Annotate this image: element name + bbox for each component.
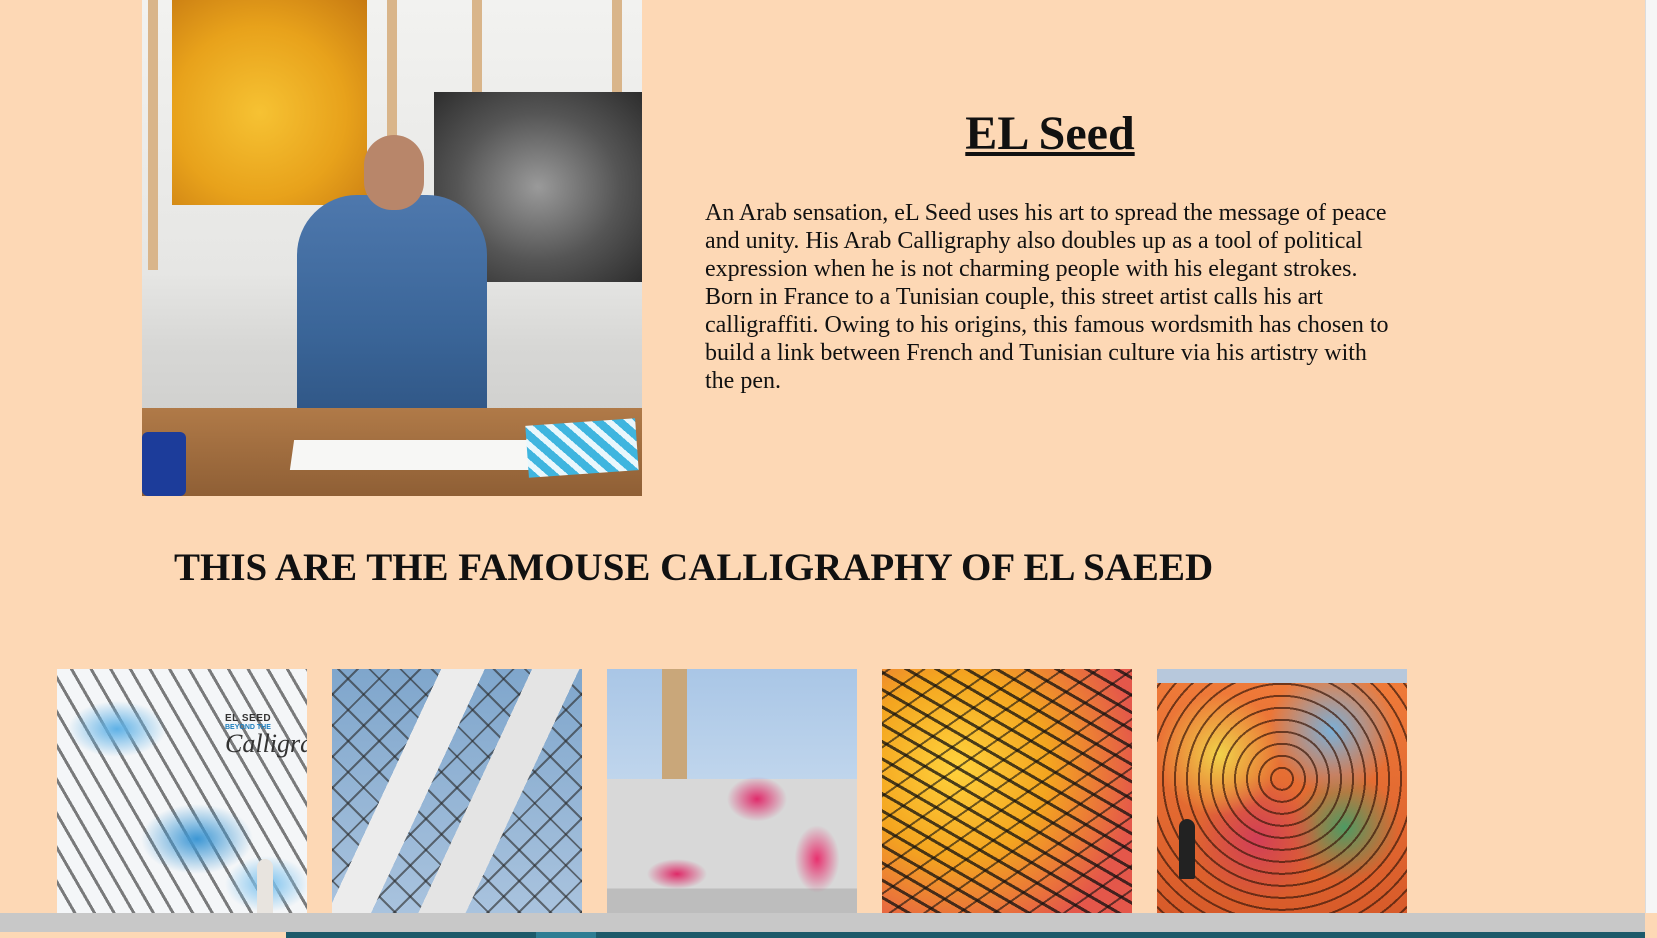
gallery-image-4[interactable] [882, 669, 1132, 913]
blue-artwork-sheet [525, 418, 639, 478]
artist-portrait-image [142, 0, 642, 496]
artist-bio-paragraph: An Arab sensation, eL Seed uses his art … [705, 200, 1389, 394]
yellow-calligraphy-canvas [172, 0, 367, 205]
caption-line-1: EL SEED [225, 713, 272, 724]
painter-figure [1179, 819, 1195, 879]
calligraphy-gallery: EL SEED BEYOND THE Calligraphy [57, 669, 1407, 913]
paint-jar [142, 432, 186, 496]
gallery-section-title: THIS ARE THE FAMOUSE CALLIGRAPHY OF EL S… [174, 546, 1214, 589]
artist-head [364, 135, 424, 210]
sky-strip [1157, 669, 1407, 683]
gallery-image-2[interactable] [332, 669, 582, 913]
artist-name-heading: EL Seed [965, 107, 1135, 160]
paper-sheet [289, 440, 535, 470]
gallery-image-3[interactable] [607, 669, 857, 913]
wall-panel [148, 0, 158, 270]
horizontal-scrollbar-thumb[interactable] [286, 932, 1645, 938]
caption-line-3: Calligraphy [225, 729, 307, 758]
gallery-image-1[interactable]: EL SEED BEYOND THE Calligraphy [57, 669, 307, 913]
artist-figure [297, 195, 487, 425]
vertical-scrollbar[interactable] [1645, 0, 1657, 913]
gallery-image-5[interactable] [1157, 669, 1407, 913]
scrollbar-segment [536, 932, 596, 938]
gallery-image-1-caption: EL SEED BEYOND THE Calligraphy [225, 713, 307, 758]
page: EL Seed An Arab sensation, eL Seed uses … [0, 0, 1657, 938]
painter-figure [257, 859, 273, 913]
horizontal-scrollbar[interactable] [0, 913, 1645, 932]
